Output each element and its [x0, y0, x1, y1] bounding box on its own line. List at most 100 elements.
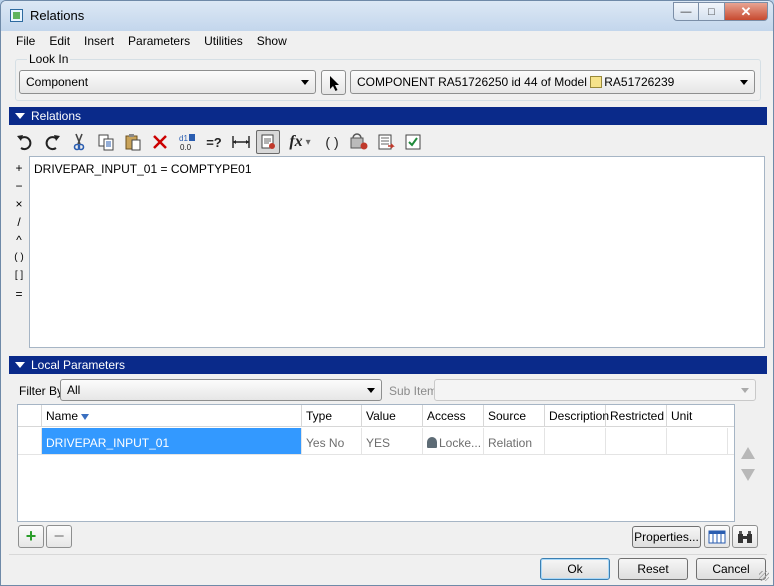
cell-access[interactable]: Locke...: [423, 428, 484, 454]
maximize-button[interactable]: □: [699, 2, 725, 21]
remove-parameter-button[interactable]: −: [46, 525, 72, 548]
sort-relations-button[interactable]: =?: [202, 130, 226, 154]
cursor-arrow-icon: [330, 76, 339, 91]
table-header: Name Type Value Access Source Descriptio…: [18, 405, 734, 427]
cell-name[interactable]: DRIVEPAR_INPUT_01: [42, 428, 302, 454]
check-syntax-button[interactable]: [401, 130, 425, 154]
operator-power[interactable]: ^: [11, 231, 27, 249]
column-header-source[interactable]: Source: [484, 405, 545, 427]
operator-plus[interactable]: +: [11, 159, 27, 177]
undo-icon: [17, 135, 32, 151]
cell-restricted[interactable]: [606, 428, 667, 454]
copy-button[interactable]: [94, 130, 118, 154]
minimize-button[interactable]: —: [673, 2, 699, 21]
select-object-button[interactable]: [321, 70, 346, 95]
column-header-unit[interactable]: Unit: [667, 405, 728, 427]
menu-edit[interactable]: Edit: [42, 31, 77, 51]
collapse-triangle-icon: [15, 362, 25, 368]
column-header-type[interactable]: Type: [302, 405, 362, 427]
fx-label: fx: [289, 133, 303, 150]
undo-button[interactable]: [13, 130, 37, 154]
properties-button[interactable]: Properties...: [632, 526, 701, 548]
title-bar[interactable]: Relations — □ ✕: [1, 1, 773, 31]
column-header-description[interactable]: Description: [545, 405, 609, 427]
column-name-label: Name: [46, 409, 79, 423]
resize-grip-icon[interactable]: [759, 571, 769, 581]
verify-relations-button[interactable]: [347, 130, 371, 154]
close-button[interactable]: ✕: [725, 2, 768, 21]
column-header-value[interactable]: Value: [362, 405, 423, 427]
column-header-restricted[interactable]: Restricted: [606, 405, 667, 427]
move-up-arrow-icon[interactable]: [741, 447, 755, 459]
cell-unit[interactable]: [667, 428, 728, 454]
cell-type[interactable]: Yes No: [302, 428, 362, 454]
relations-app-icon: [10, 9, 23, 22]
paste-button[interactable]: [121, 130, 145, 154]
local-parameters-section-header[interactable]: Local Parameters: [9, 356, 767, 374]
dimension-values-icon: d10.0: [179, 134, 195, 152]
insert-function-button[interactable]: fx ▾: [283, 130, 317, 154]
copy-icon: [98, 134, 114, 151]
redo-button[interactable]: [40, 130, 64, 154]
measure-icon: [232, 136, 250, 148]
window-controls: — □ ✕: [673, 2, 768, 21]
redo-icon: [45, 135, 60, 151]
delete-button[interactable]: [148, 130, 172, 154]
look-in-type-dropdown[interactable]: Component: [19, 70, 316, 94]
operator-divide[interactable]: /: [11, 213, 27, 231]
chevron-down-icon: [740, 80, 748, 85]
filter-by-label: Filter By: [19, 384, 64, 398]
lock-icon: [427, 437, 437, 448]
menu-show[interactable]: Show: [250, 31, 294, 51]
cell-value[interactable]: YES: [362, 428, 423, 454]
operator-parentheses[interactable]: ( ): [11, 249, 27, 267]
filter-by-dropdown[interactable]: All: [60, 379, 382, 401]
fx-dropdown-arrow: ▾: [305, 136, 311, 148]
menu-file[interactable]: File: [9, 31, 42, 51]
show-relation-info-button[interactable]: [256, 130, 280, 154]
chevron-down-icon: [741, 388, 749, 393]
parameters-table: Name Type Value Access Source Descriptio…: [17, 404, 735, 522]
menu-parameters[interactable]: Parameters: [121, 31, 197, 51]
operator-brackets[interactable]: [ ]: [11, 267, 27, 285]
cell-source[interactable]: Relation: [484, 428, 545, 454]
switch-dimensions-button[interactable]: d1 0.0: [175, 130, 199, 154]
window-title: Relations: [30, 8, 85, 23]
model-icon: [590, 76, 603, 88]
column-header-name[interactable]: Name: [42, 405, 302, 427]
menu-insert[interactable]: Insert: [77, 31, 121, 51]
relations-section-header[interactable]: Relations: [9, 107, 767, 125]
checkbox-check-icon: [405, 134, 421, 150]
ok-button[interactable]: Ok: [540, 558, 610, 580]
reset-button[interactable]: Reset: [618, 558, 688, 580]
insert-parameter-button[interactable]: ( ): [320, 130, 344, 154]
cancel-button[interactable]: Cancel: [696, 558, 766, 580]
move-down-arrow-icon[interactable]: [741, 469, 755, 481]
cell-access-text: Locke...: [439, 436, 482, 450]
operator-equals[interactable]: =: [11, 285, 27, 303]
local-parameters-title: Local Parameters: [31, 358, 126, 372]
columns-button[interactable]: [704, 525, 730, 548]
column-header-access[interactable]: Access: [423, 405, 484, 427]
cell-description[interactable]: [545, 428, 606, 454]
sub-items-dropdown[interactable]: [434, 379, 756, 401]
evaluate-button[interactable]: [374, 130, 398, 154]
look-in-object-dropdown[interactable]: COMPONENT RA51726250 id 44 of Model RA51…: [350, 70, 755, 94]
measure-button[interactable]: [229, 130, 253, 154]
binoculars-icon: [738, 530, 752, 543]
relations-window: Relations — □ ✕ File Edit Insert Paramet…: [0, 0, 774, 586]
add-parameter-button[interactable]: +: [18, 525, 44, 548]
evaluate-list-icon: [378, 134, 395, 150]
table-row[interactable]: DRIVEPAR_INPUT_01 Yes No YES Locke... Re…: [18, 428, 734, 455]
verify-icon: [350, 133, 368, 150]
relations-editor[interactable]: DRIVEPAR_INPUT_01 = COMPTYPE01: [29, 156, 765, 348]
footer-divider: [9, 554, 767, 555]
row-marker-header: [18, 405, 42, 427]
cut-button[interactable]: [67, 130, 91, 154]
operator-multiply[interactable]: ×: [11, 195, 27, 213]
chevron-down-icon: [301, 80, 309, 85]
menu-utilities[interactable]: Utilities: [197, 31, 250, 51]
find-button[interactable]: [732, 525, 758, 548]
operator-minus[interactable]: −: [11, 177, 27, 195]
relation-info-icon: [261, 134, 275, 149]
